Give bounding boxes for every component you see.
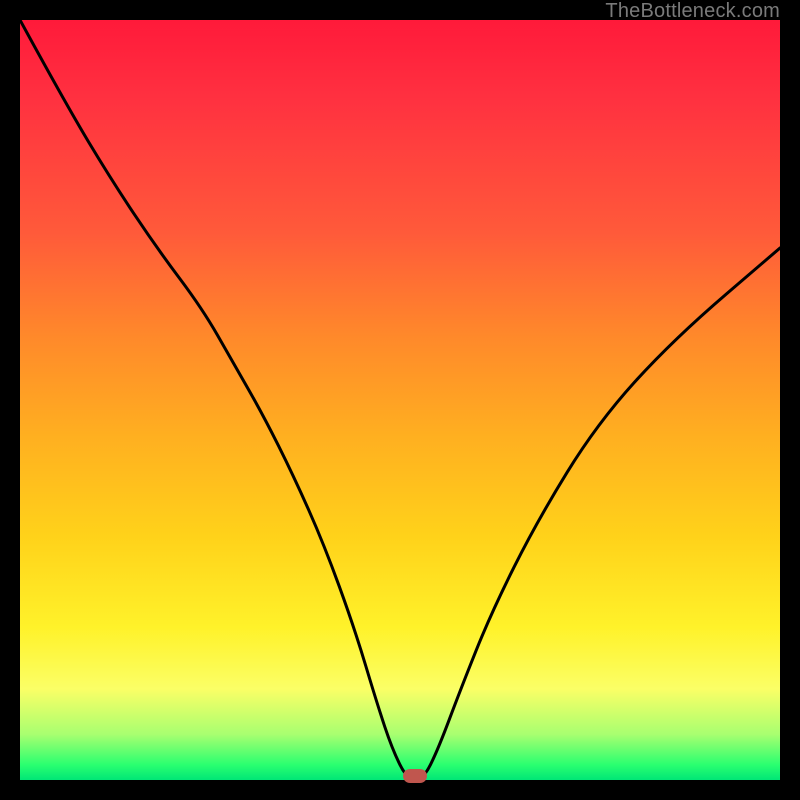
- minimum-marker: [403, 769, 427, 783]
- watermark-text: TheBottleneck.com: [605, 0, 780, 23]
- plot-area: [20, 20, 780, 780]
- chart-stage: TheBottleneck.com: [0, 0, 800, 800]
